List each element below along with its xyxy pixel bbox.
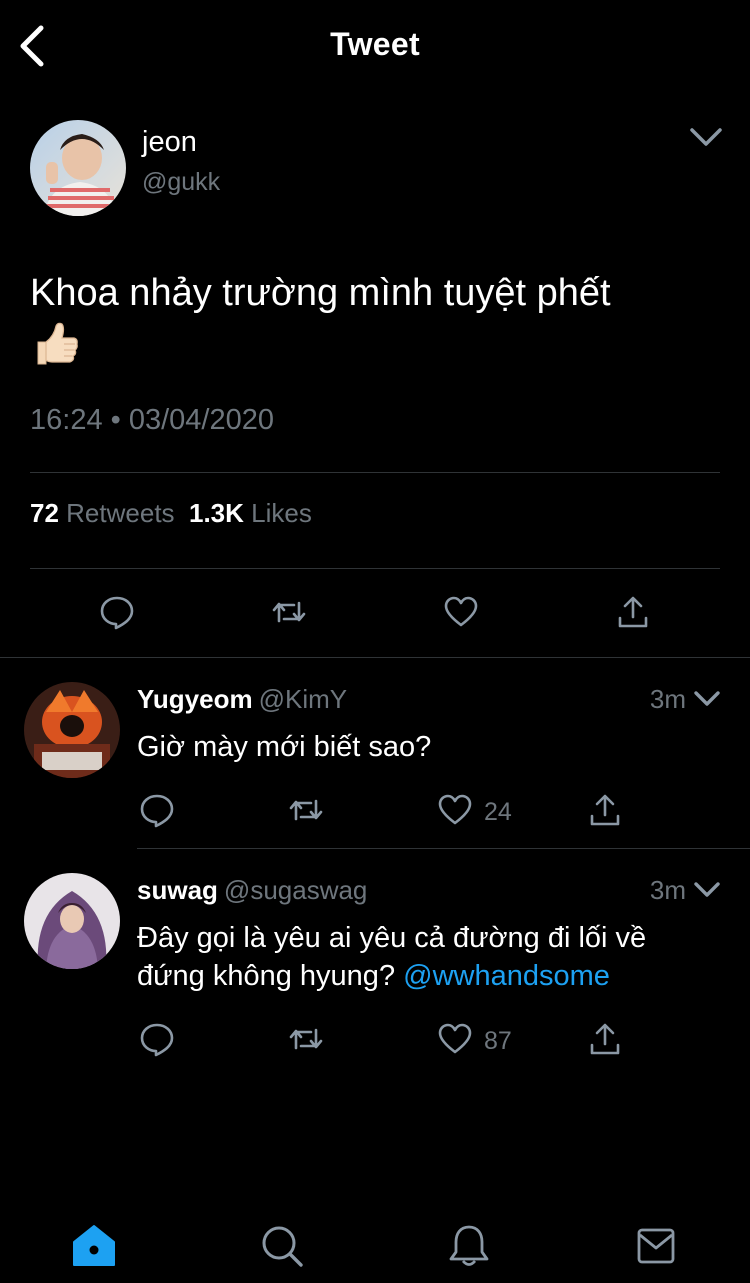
reply-header: Yugyeom @KimY <box>137 684 347 715</box>
retweet-icon <box>289 799 323 821</box>
chevron-down-icon <box>694 691 720 706</box>
more-options-button[interactable] <box>692 686 722 712</box>
tweet-stats: 72 Retweets 1.3K Likes <box>30 498 312 529</box>
retweets-label[interactable]: Retweets <box>66 498 174 528</box>
reply-text-body: Giờ mày mới biết sao? <box>137 731 432 763</box>
divider <box>0 657 750 658</box>
reply-timestamp: 3m <box>649 684 686 714</box>
share-button[interactable] <box>615 594 651 630</box>
tab-home[interactable] <box>70 1222 118 1270</box>
like-button[interactable] <box>437 792 473 828</box>
reply-text: Giờ mày mới biết sao? <box>137 728 717 766</box>
divider <box>30 472 720 473</box>
avatar[interactable] <box>24 682 120 778</box>
comment-icon <box>140 794 174 828</box>
comment-icon <box>100 596 134 630</box>
retweet-icon <box>272 601 306 623</box>
chevron-down-icon <box>694 882 720 897</box>
search-icon <box>262 1226 303 1267</box>
share-button[interactable] <box>587 792 623 828</box>
share-button[interactable] <box>587 1021 623 1057</box>
like-count: 87 <box>484 1027 512 1055</box>
share-icon <box>590 794 620 826</box>
more-options-button[interactable] <box>686 122 726 152</box>
reply-button[interactable] <box>139 1021 175 1057</box>
tweet-actions <box>0 594 750 634</box>
reply-header: suwag @sugaswag <box>137 875 367 906</box>
share-icon <box>618 596 648 628</box>
retweet-button[interactable] <box>271 594 307 630</box>
chevron-down-icon <box>690 128 722 146</box>
header: Tweet <box>0 0 750 90</box>
author-handle[interactable]: @gukk <box>142 168 220 197</box>
tab-messages[interactable] <box>632 1222 680 1270</box>
reply-author-handle[interactable]: @KimY <box>259 684 348 714</box>
heart-icon <box>444 596 478 627</box>
messages-icon <box>637 1228 675 1264</box>
retweet-button[interactable] <box>288 1021 324 1057</box>
divider <box>137 848 750 849</box>
retweet-button[interactable] <box>288 792 324 828</box>
notifications-icon <box>449 1225 489 1266</box>
share-icon <box>590 1023 620 1055</box>
retweet-icon <box>289 1028 323 1050</box>
likes-label[interactable]: Likes <box>251 498 312 528</box>
like-button[interactable] <box>437 1021 473 1057</box>
like-button[interactable] <box>443 594 479 630</box>
home-icon <box>73 1225 115 1266</box>
tab-bar <box>0 1200 750 1283</box>
likes-count[interactable]: 1.3K <box>189 498 244 528</box>
thumbs-up-emoji <box>32 320 80 368</box>
reply-timestamp: 3m <box>649 875 686 905</box>
retweets-count[interactable]: 72 <box>30 498 59 528</box>
author-name[interactable]: jeon <box>142 126 197 159</box>
more-options-button[interactable] <box>692 877 722 903</box>
heart-icon <box>438 794 472 825</box>
reply-actions: 24 <box>0 792 750 832</box>
heart-icon <box>438 1023 472 1054</box>
page-title: Tweet <box>330 26 420 62</box>
reply-button[interactable] <box>139 792 175 828</box>
tweet-timestamp: 16:24 • 03/04/2020 <box>30 404 274 436</box>
tab-search[interactable] <box>258 1222 306 1270</box>
mention-link[interactable]: @wwhandsome <box>403 960 610 992</box>
reply-author-name[interactable]: Yugyeom <box>137 684 253 714</box>
reply-author-handle[interactable]: @sugaswag <box>224 875 367 905</box>
reply-actions: 87 <box>0 1021 750 1061</box>
reply-text: Đây gọi là yêu ai yêu cả đường đi lối về… <box>137 919 717 995</box>
tweet-text: Khoa nhảy trường mình tuyệt phết <box>30 272 611 314</box>
tab-notifications[interactable] <box>445 1222 493 1270</box>
reply-author-name[interactable]: suwag <box>137 875 218 905</box>
comment-icon <box>140 1023 174 1057</box>
like-count: 24 <box>484 798 512 826</box>
avatar[interactable] <box>30 120 126 216</box>
avatar[interactable] <box>24 873 120 969</box>
divider <box>30 568 720 569</box>
reply-button[interactable] <box>99 594 135 630</box>
